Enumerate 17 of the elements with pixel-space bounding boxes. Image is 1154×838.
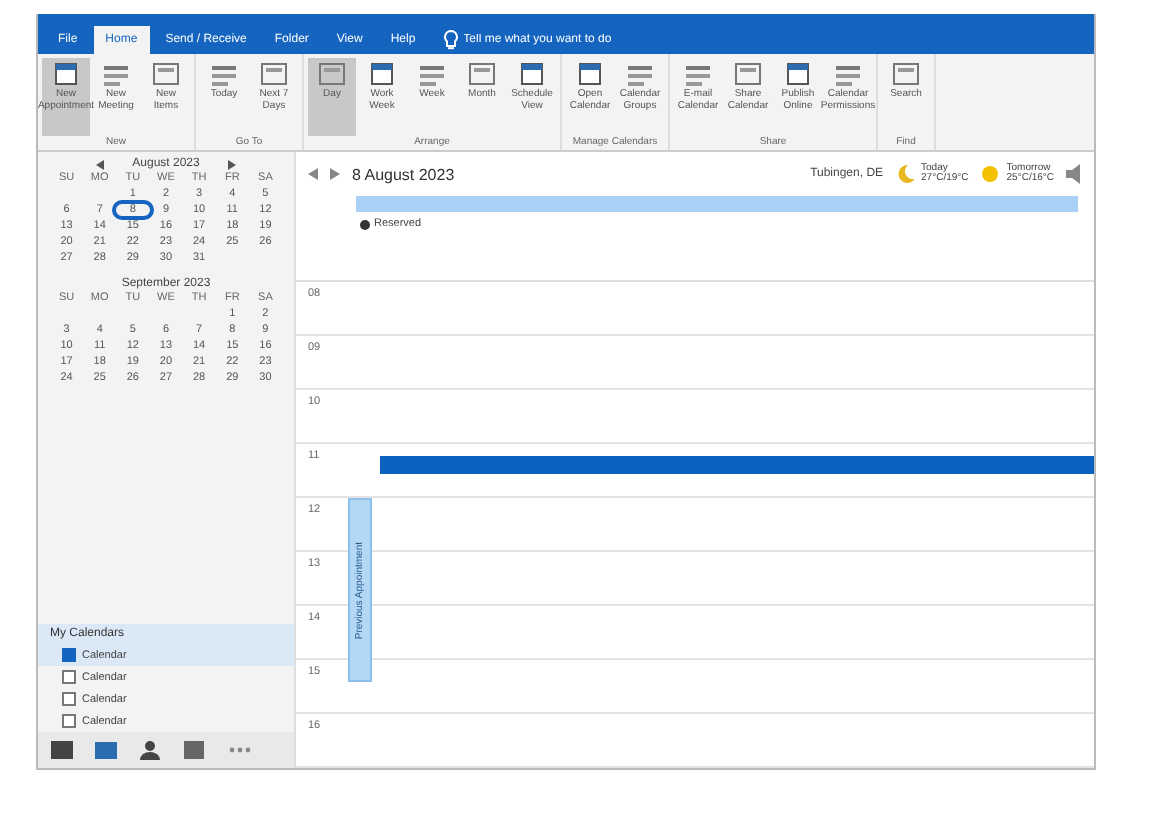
checkbox[interactable] [62,670,76,684]
previous-arrow-icon [96,159,105,169]
tasks-icon [182,740,206,760]
lightbulb-icon [443,30,458,50]
checkbox[interactable] [62,692,76,706]
checkbox[interactable] [62,714,76,728]
checkbox[interactable] [62,648,76,662]
next-arrow-icon [227,159,236,169]
speaker-icon [1066,164,1082,184]
date-title: 8 August 2023 [352,165,455,183]
forward-arrow-icon [330,168,340,180]
back-arrow-icon [308,168,318,180]
moon-icon [895,164,916,184]
dot-icon [360,219,370,229]
mail-icon [50,740,74,760]
sun-icon [980,164,1001,184]
people-icon [138,740,162,760]
